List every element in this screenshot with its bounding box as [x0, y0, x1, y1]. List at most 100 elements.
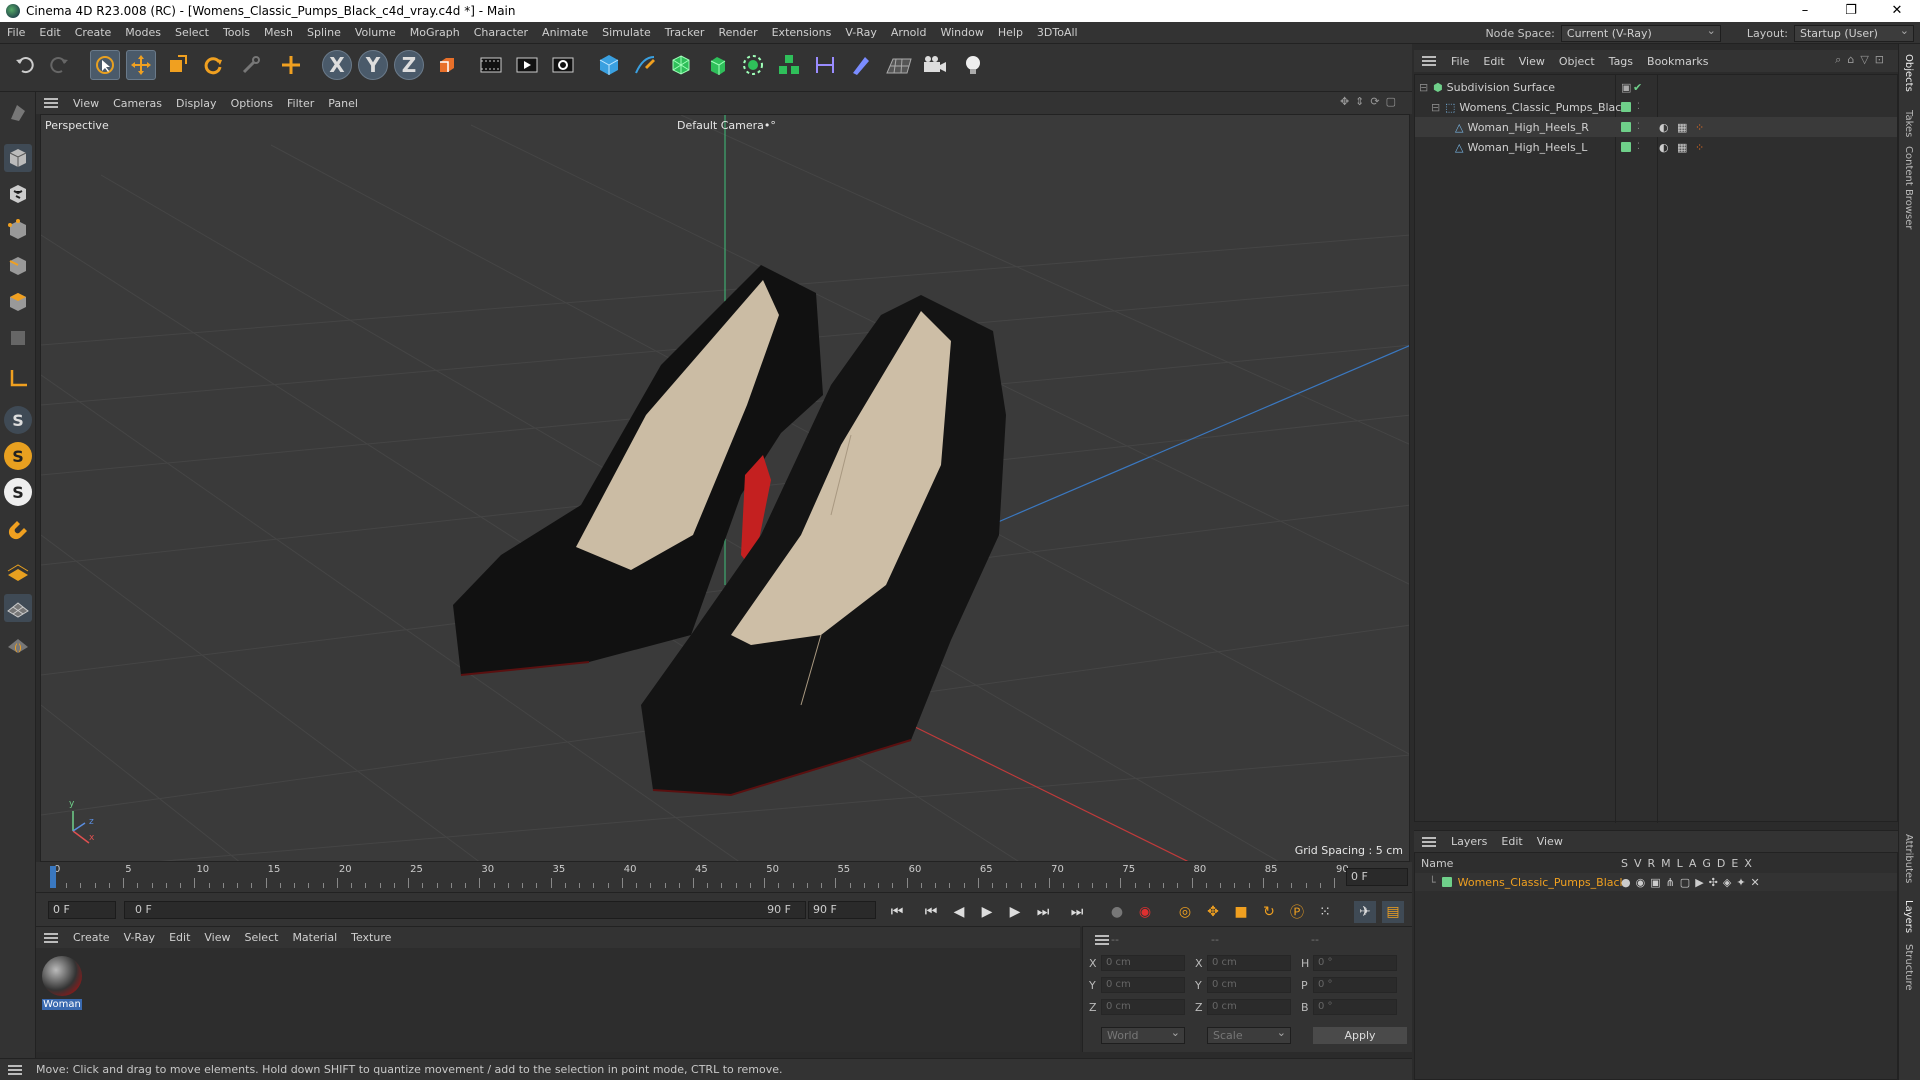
- coord-world-dropdown[interactable]: World: [1101, 1025, 1185, 1044]
- layers-menu-icon[interactable]: [1422, 836, 1436, 847]
- menu-file[interactable]: File: [0, 26, 32, 39]
- coord-rot-p-field[interactable]: 0 °: [1313, 977, 1397, 993]
- menu-modes[interactable]: Modes: [118, 26, 168, 39]
- menu-character[interactable]: Character: [467, 26, 535, 39]
- key-parameter-icon[interactable]: Ⓟ: [1286, 901, 1308, 923]
- node-space-dropdown[interactable]: Current (V-Ray): [1560, 23, 1721, 42]
- recent-tool-icon[interactable]: [236, 50, 266, 80]
- visibility-dots-icon[interactable]: ⁚: [1637, 122, 1640, 132]
- coord-rot-h-field[interactable]: 0 °: [1313, 955, 1397, 971]
- undo-icon[interactable]: [10, 50, 40, 80]
- frame-range-slider[interactable]: 0 F 90 F: [124, 901, 806, 919]
- light-icon[interactable]: [958, 50, 988, 80]
- material-menu-texture[interactable]: Texture: [344, 931, 398, 944]
- previous-key-icon[interactable]: ⏮: [920, 901, 942, 923]
- tab-objects[interactable]: Objects: [1903, 54, 1914, 92]
- locked-workplane-icon[interactable]: (): [4, 630, 32, 658]
- coord-size-z-field[interactable]: 0 cm: [1207, 999, 1291, 1015]
- coordinate-system-icon[interactable]: [432, 50, 462, 80]
- layer-color-swatch[interactable]: [1441, 877, 1452, 887]
- scale-icon[interactable]: [162, 50, 192, 80]
- layer-color-swatch[interactable]: [1621, 122, 1631, 132]
- pen-icon[interactable]: [630, 50, 660, 80]
- material-menu-icon[interactable]: [44, 932, 58, 943]
- menu-create[interactable]: Create: [68, 26, 119, 39]
- object-row-heels-l[interactable]: △ Woman_High_Heels_L ⁚ ◐ ▦ ⁘: [1415, 137, 1897, 157]
- viewport-menu-view[interactable]: View: [66, 97, 106, 110]
- tab-layers[interactable]: Layers: [1903, 900, 1914, 933]
- floor-icon[interactable]: [884, 50, 914, 80]
- layer-row[interactable]: └ Womens_Classic_Pumps_Black ●◉▣⋔▢▶✣◈✦✕: [1415, 873, 1897, 891]
- material-item[interactable]: Woman: [42, 956, 82, 1012]
- objects-menu-object[interactable]: Object: [1552, 55, 1602, 68]
- previous-frame-icon[interactable]: ◀: [948, 901, 970, 923]
- material-menu-vray[interactable]: V-Ray: [117, 931, 163, 944]
- layout-dropdown[interactable]: Startup (User): [1794, 23, 1914, 42]
- phong-tag-icon[interactable]: ⁘: [1695, 121, 1704, 134]
- menu-render[interactable]: Render: [711, 26, 764, 39]
- menu-tools[interactable]: Tools: [216, 26, 257, 39]
- minimize-button[interactable]: –: [1782, 0, 1828, 22]
- viewport-3d[interactable]: Perspective Default Camera•° Grid Spacin…: [40, 114, 1410, 862]
- key-scale-icon[interactable]: ■: [1230, 901, 1252, 923]
- uvw-tag-icon[interactable]: ▦: [1677, 121, 1687, 134]
- render-picture-viewer-icon[interactable]: [512, 50, 542, 80]
- objects-menu-edit[interactable]: Edit: [1476, 55, 1511, 68]
- menu-vray[interactable]: V-Ray: [838, 26, 884, 39]
- start-frame-field[interactable]: 0 F: [48, 901, 116, 919]
- grid-icon[interactable]: [4, 594, 32, 622]
- menu-help[interactable]: Help: [991, 26, 1030, 39]
- field-icon[interactable]: [846, 50, 876, 80]
- camera-icon[interactable]: [920, 50, 950, 80]
- menu-spline[interactable]: Spline: [300, 26, 348, 39]
- material-menu-create[interactable]: Create: [66, 931, 117, 944]
- viewport-menu-icon[interactable]: [44, 98, 58, 108]
- layer-color-swatch[interactable]: [1621, 142, 1631, 152]
- snap-settings-icon[interactable]: S: [4, 442, 32, 470]
- layers-menu-view[interactable]: View: [1530, 835, 1570, 848]
- maximize-button[interactable]: ❐: [1828, 0, 1874, 22]
- object-edit-check-icon[interactable]: ▣: [1621, 81, 1631, 94]
- object-row-subdivision[interactable]: ⊟ ⬢ Subdivision Surface ▣ ✔: [1415, 77, 1897, 97]
- texture-mode-icon[interactable]: [4, 180, 32, 208]
- viewport-menu-options[interactable]: Options: [224, 97, 280, 110]
- close-button[interactable]: ✕: [1874, 0, 1920, 22]
- menu-tracker[interactable]: Tracker: [658, 26, 712, 39]
- tab-takes[interactable]: Takes: [1903, 110, 1914, 137]
- viewport-menu-cameras[interactable]: Cameras: [106, 97, 169, 110]
- key-selection-icon[interactable]: ◎: [1174, 901, 1196, 923]
- coord-pos-z-field[interactable]: 0 cm: [1101, 999, 1185, 1015]
- move-icon[interactable]: [126, 50, 156, 80]
- coord-scale-dropdown[interactable]: Scale: [1207, 1025, 1291, 1044]
- objects-menu-view[interactable]: View: [1512, 55, 1552, 68]
- workplane-icon[interactable]: [4, 558, 32, 586]
- render-settings-icon[interactable]: [548, 50, 578, 80]
- coordinates-menu-icon[interactable]: [1095, 935, 1109, 945]
- key-rotation-icon[interactable]: ↻: [1258, 901, 1280, 923]
- next-key-icon[interactable]: ⏭: [1032, 901, 1054, 923]
- autokey-icon[interactable]: ◉: [1134, 901, 1156, 923]
- quantize-icon[interactable]: S: [4, 478, 32, 506]
- menu-extensions[interactable]: Extensions: [765, 26, 839, 39]
- record-keys-icon[interactable]: ●: [1106, 901, 1128, 923]
- material-menu-view[interactable]: View: [197, 931, 237, 944]
- menu-arnold[interactable]: Arnold: [884, 26, 934, 39]
- viewport-nav-icons[interactable]: ✥⇕⟳▢: [1340, 95, 1402, 108]
- object-row-heels-r[interactable]: △ Woman_High_Heels_R ⁚ ◐ ▦ ⁘: [1415, 117, 1897, 137]
- subdivision-icon[interactable]: [666, 50, 696, 80]
- points-mode-icon[interactable]: [4, 216, 32, 244]
- coord-size-y-field[interactable]: 0 cm: [1207, 977, 1291, 993]
- redo-icon[interactable]: [44, 50, 74, 80]
- objects-menu-tags[interactable]: Tags: [1602, 55, 1640, 68]
- status-menu-icon[interactable]: [8, 1064, 22, 1075]
- key-pla-icon[interactable]: ⁙: [1314, 901, 1336, 923]
- material-menu-select[interactable]: Select: [238, 931, 286, 944]
- coord-size-x-field[interactable]: 0 cm: [1207, 955, 1291, 971]
- menu-simulate[interactable]: Simulate: [595, 26, 658, 39]
- timeline-playhead[interactable]: [50, 866, 56, 888]
- menu-window[interactable]: Window: [933, 26, 990, 39]
- axis-mode-icon[interactable]: [4, 364, 32, 392]
- layers-menu-layers[interactable]: Layers: [1444, 835, 1494, 848]
- z-axis-icon[interactable]: Z: [394, 50, 424, 80]
- rotate-icon[interactable]: [198, 50, 228, 80]
